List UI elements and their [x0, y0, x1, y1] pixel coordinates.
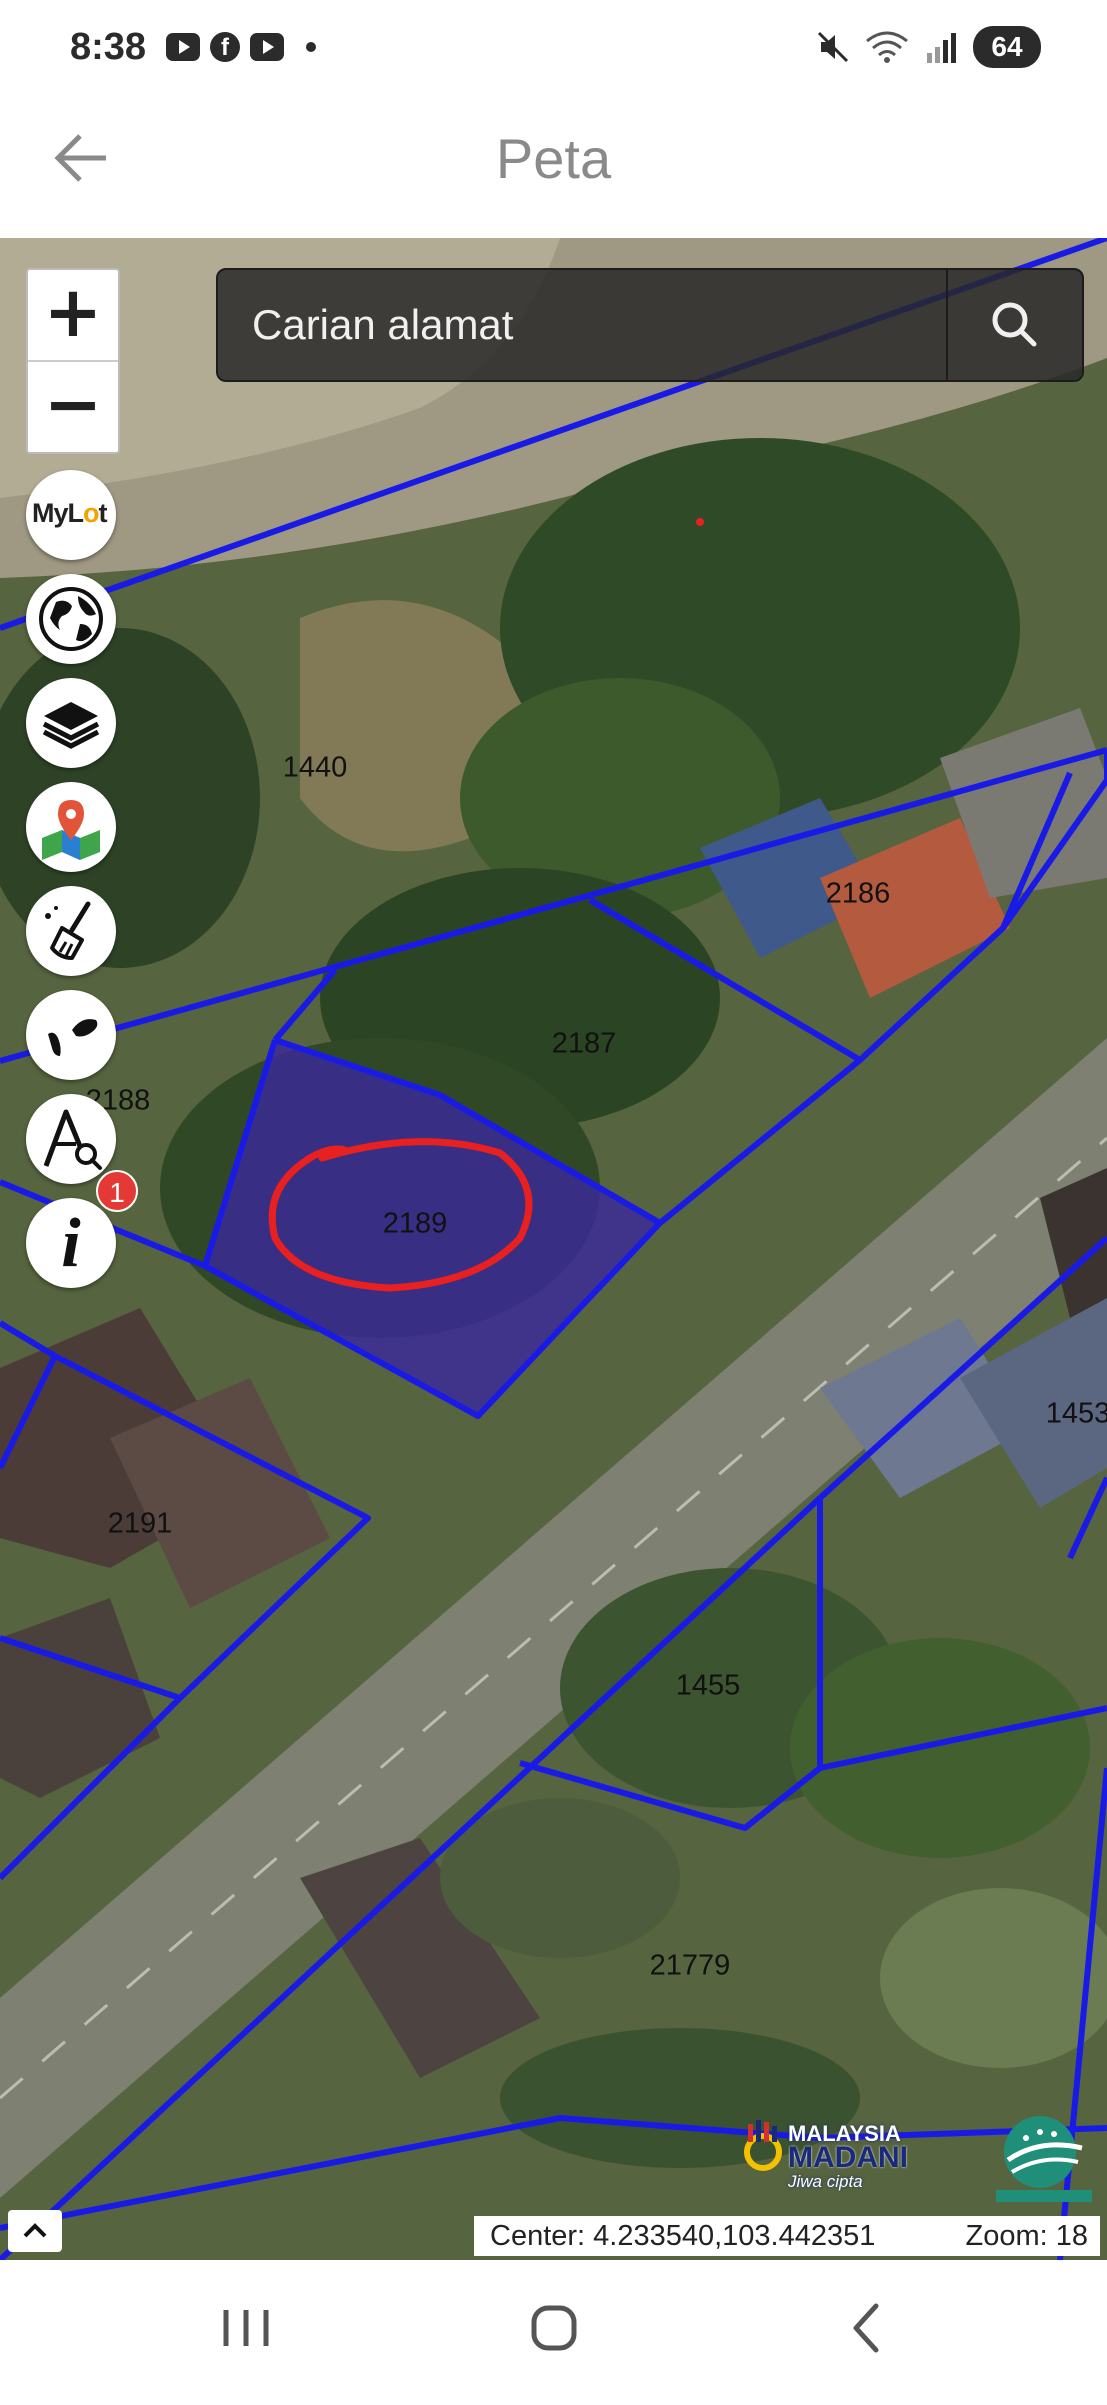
- signal-icon: [927, 33, 956, 63]
- status-notification-icons: f: [166, 32, 316, 62]
- search-button[interactable]: [946, 270, 1082, 380]
- address-search-input[interactable]: [218, 270, 948, 380]
- collapse-panel-button[interactable]: [8, 2210, 62, 2252]
- mute-icon: [817, 31, 849, 63]
- back-icon: [853, 2303, 879, 2353]
- map-status-strip: Center: 4.233540,103.442351 Zoom: 18: [474, 2216, 1100, 2256]
- location-marker-button[interactable]: [26, 782, 116, 872]
- facebook-icon: f: [210, 32, 240, 62]
- mylot-logo: MyLot: [32, 498, 108, 528]
- search-lot-icon: [43, 1109, 102, 1170]
- lot-label[interactable]: 2186: [826, 878, 891, 911]
- notification-badge: 1: [96, 1170, 138, 1212]
- page-title: Peta: [495, 127, 612, 190]
- mylot-button[interactable]: MyLot: [26, 470, 116, 560]
- youtube-icon: [250, 33, 284, 61]
- agency-logo-icon: [996, 2116, 1092, 2202]
- map-view[interactable]: 1440 2186 2187 2188 2189 2191 1453 1455 …: [0, 238, 1107, 2260]
- youtube-icon: [166, 33, 200, 61]
- clear-map-button[interactable]: [26, 886, 116, 976]
- info-button[interactable]: i: [26, 1198, 116, 1288]
- search-lot-button[interactable]: [26, 1094, 116, 1184]
- globe-icon: [39, 587, 103, 651]
- broom-icon: [45, 901, 91, 960]
- satellite-imagery: [0, 238, 1107, 2260]
- status-bar: 8:38 f 64: [0, 0, 1107, 100]
- app-header: Peta: [0, 100, 1107, 238]
- map-center-coordinates: Center: 4.233540,103.442351: [490, 2219, 876, 2252]
- chevron-up-icon: [23, 2223, 47, 2238]
- nav-back-button[interactable]: [786, 2260, 946, 2400]
- lot-label[interactable]: 1453: [1046, 1398, 1107, 1431]
- wifi-icon: [866, 31, 908, 63]
- recent-apps-button[interactable]: [166, 2260, 326, 2400]
- madani-emblem-icon: [744, 2120, 782, 2171]
- layers-button[interactable]: [26, 678, 116, 768]
- system-navigation-bar: [0, 2260, 1107, 2400]
- recent-apps-icon: [223, 2310, 269, 2346]
- battery-indicator: 64: [973, 26, 1041, 68]
- lot-label[interactable]: 21779: [650, 1950, 731, 1983]
- status-time: 8:38: [70, 26, 147, 68]
- lot-label[interactable]: 1440: [283, 752, 348, 785]
- address-search-bar: [216, 268, 1084, 382]
- map-zoom-level: Zoom: 18: [965, 2219, 1089, 2252]
- madani-logo-text: MALAYSIA MADANI Jiwa cipta: [788, 2121, 908, 2192]
- info-icon: i: [61, 1205, 81, 1282]
- lot-label[interactable]: 2187: [552, 1028, 617, 1061]
- lot-label[interactable]: 1455: [676, 1670, 741, 1703]
- malaysia-map-icon: [48, 1019, 98, 1056]
- more-notifications-dot: [306, 42, 316, 52]
- basemap-button[interactable]: [26, 574, 116, 664]
- status-system-icons: 64: [815, 26, 1041, 68]
- zoom-in-button[interactable]: +: [28, 270, 118, 362]
- home-button[interactable]: [474, 2260, 634, 2400]
- zoom-out-button[interactable]: −: [28, 362, 118, 452]
- lot-label[interactable]: 2191: [108, 1508, 173, 1541]
- search-icon: [992, 302, 1037, 347]
- zoom-control: + −: [26, 268, 120, 454]
- malaysia-map-button[interactable]: [26, 990, 116, 1080]
- map-marker-icon: [42, 800, 100, 860]
- malaysia-madani-logo: MALAYSIA MADANI Jiwa cipta: [738, 2118, 948, 2198]
- layers-icon: [42, 702, 100, 749]
- lot-label-highlighted[interactable]: 2189: [383, 1208, 448, 1241]
- home-icon: [531, 2305, 577, 2351]
